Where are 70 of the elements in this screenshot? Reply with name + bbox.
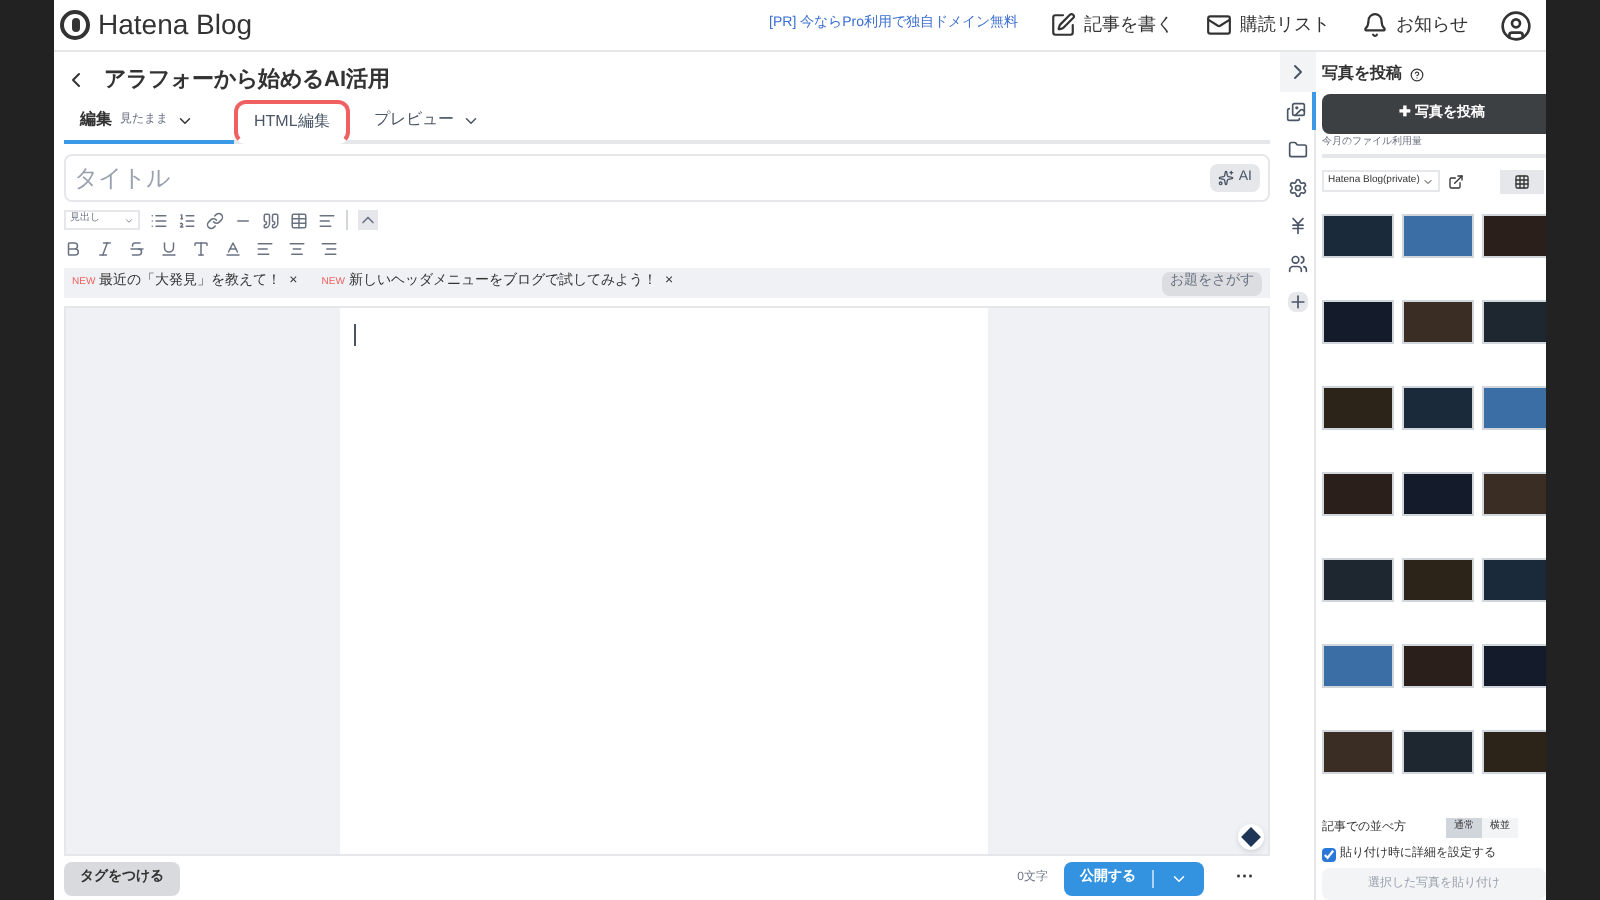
- caret-icon: [124, 215, 134, 225]
- photo-thumbnail[interactable]: [1402, 471, 1474, 515]
- toolbar-icon[interactable]: [224, 239, 242, 257]
- toolbar-icon[interactable]: [262, 211, 280, 229]
- collapse-icon[interactable]: [358, 210, 378, 230]
- help-icon[interactable]: [1410, 67, 1424, 81]
- hatena-logo-icon[interactable]: [60, 10, 90, 40]
- grid-view-button[interactable]: [1499, 169, 1544, 193]
- photo-thumbnail[interactable]: [1322, 557, 1394, 601]
- photo-thumbnail[interactable]: [1482, 471, 1546, 515]
- photo-thumbnail[interactable]: [1482, 643, 1546, 687]
- toolbar-icon[interactable]: [320, 239, 338, 257]
- photos-icon: [1285, 101, 1305, 121]
- sparkle-icon: [1218, 170, 1235, 186]
- photo-thumbnail[interactable]: [1482, 299, 1546, 343]
- toolbar-icon[interactable]: [192, 239, 210, 257]
- text-cursor: [354, 324, 356, 346]
- article-title: アラフォーから始めるAI活用: [104, 65, 390, 96]
- people-icon: [1287, 253, 1307, 273]
- photo-thumbnail[interactable]: [1402, 643, 1474, 687]
- photo-thumbnail[interactable]: [1402, 557, 1474, 601]
- folder-icon: [1287, 139, 1307, 159]
- photo-thumbnail[interactable]: [1482, 557, 1546, 601]
- photo-thumbnail[interactable]: [1402, 299, 1474, 343]
- yen-icon: [1287, 215, 1307, 235]
- panel-title: 写真を投稿: [1322, 62, 1402, 86]
- editor-tab[interactable]: HTML編集: [234, 100, 350, 144]
- photo-thumbnail[interactable]: [1322, 385, 1394, 429]
- nav-icon: [1050, 12, 1076, 38]
- nav-link[interactable]: 購読リスト: [1206, 11, 1330, 39]
- toolbar-icon[interactable]: [64, 239, 82, 257]
- gear-icon: [1287, 177, 1307, 197]
- helper-icon[interactable]: [1238, 824, 1264, 850]
- toolbar-icon[interactable]: [288, 239, 306, 257]
- editor-tab[interactable]: プレビュー: [357, 100, 496, 144]
- photo-thumbnail[interactable]: [1322, 471, 1394, 515]
- photo-thumbnail[interactable]: [1402, 729, 1474, 773]
- tab-label: HTML編集: [254, 110, 330, 134]
- detail-checkbox[interactable]: [1322, 847, 1336, 861]
- toolbar-icon[interactable]: [178, 211, 196, 229]
- toolbar-icon[interactable]: [206, 211, 224, 229]
- photo-thumbnail[interactable]: [1322, 729, 1394, 773]
- toolbar-icon[interactable]: [96, 239, 114, 257]
- toolbar-icon[interactable]: [318, 211, 336, 229]
- tab-label: 編集: [80, 108, 112, 132]
- external-link-icon[interactable]: [1447, 173, 1464, 189]
- photo-thumbnail[interactable]: [1322, 299, 1394, 343]
- more-button[interactable]: ···: [1236, 864, 1254, 892]
- toolbar-icon[interactable]: [290, 211, 308, 229]
- nav-link[interactable]: 記事を書く: [1050, 11, 1174, 39]
- photo-thumbnail[interactable]: [1322, 643, 1394, 687]
- photo-thumbnail[interactable]: [1482, 729, 1546, 773]
- toolbar-icon[interactable]: [128, 239, 146, 257]
- plus-icon: [1287, 291, 1307, 311]
- brand-name[interactable]: Hatena Blog: [98, 4, 253, 46]
- toolbar-icon[interactable]: [160, 239, 178, 257]
- photo-thumbnail[interactable]: [1322, 213, 1394, 257]
- photo-thumbnail[interactable]: [1402, 213, 1474, 257]
- nav-icon: [1362, 12, 1388, 38]
- tab-label: プレビュー: [373, 108, 454, 132]
- grid-icon: [1513, 173, 1530, 189]
- nav-link[interactable]: お知らせ: [1362, 11, 1468, 39]
- photo-thumbnail[interactable]: [1482, 213, 1546, 257]
- photo-thumbnail[interactable]: [1482, 385, 1546, 429]
- toolbar-icon[interactable]: [150, 211, 168, 229]
- nav-icon: [1206, 12, 1232, 38]
- photo-thumbnail[interactable]: [1402, 385, 1474, 429]
- user-avatar-icon[interactable]: [1500, 9, 1532, 41]
- caret-icon: [1421, 175, 1434, 187]
- toolbar-icon[interactable]: [256, 239, 274, 257]
